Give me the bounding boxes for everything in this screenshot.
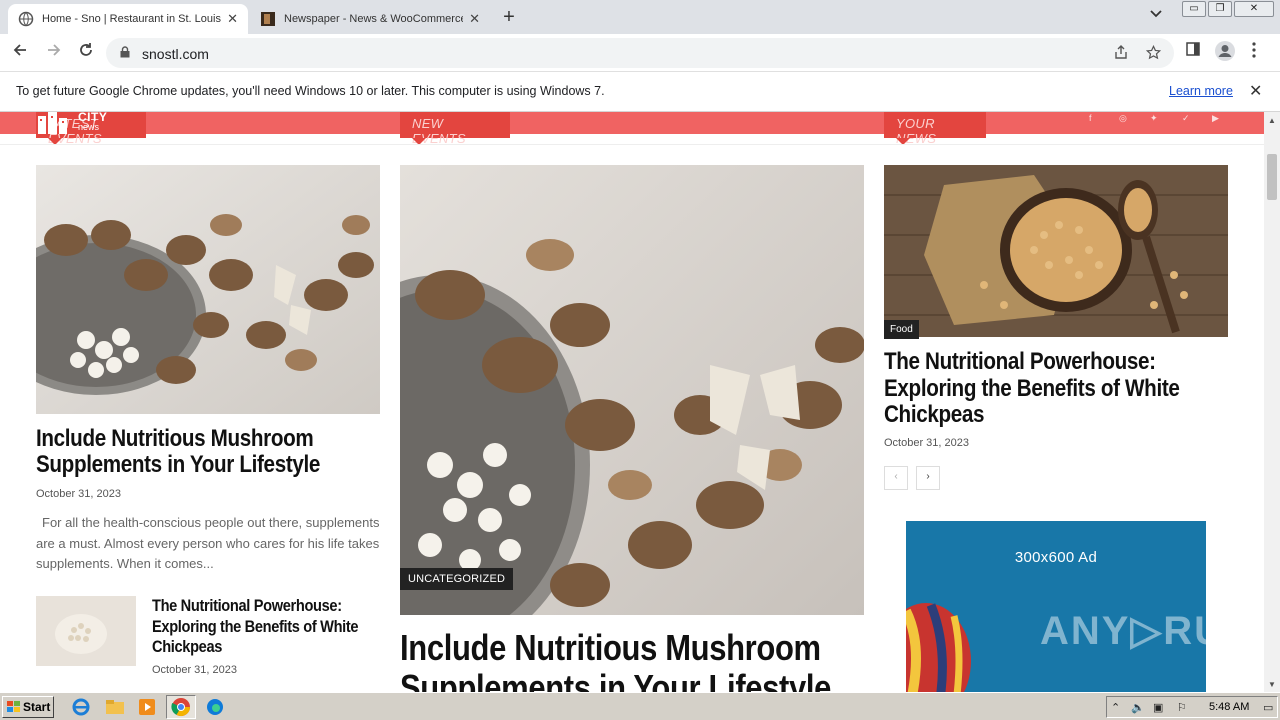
action-center-flag-icon[interactable]: ⚐	[1177, 701, 1187, 714]
title-line[interactable]: Supplements in Your Lifestyle	[36, 452, 320, 478]
close-tab-icon[interactable]: ✕	[469, 11, 480, 27]
page-scrollbar[interactable]: ▲ ▼	[1264, 112, 1280, 692]
title-line[interactable]: The Nutritional Powerhouse:	[884, 348, 1180, 376]
media-player-icon[interactable]	[136, 697, 158, 717]
close-infobar-icon[interactable]: ✕	[1249, 81, 1262, 101]
close-tab-icon[interactable]: ✕	[227, 11, 238, 27]
title-line[interactable]: Exploring the Benefits of White	[152, 617, 359, 638]
slider-next-button[interactable]: ›	[916, 466, 940, 490]
minimize-button[interactable]: ▭	[1182, 1, 1206, 17]
category-badge-food[interactable]: Food	[884, 320, 919, 339]
article-excerpt: For all the health-conscious people out …	[36, 515, 380, 571]
restore-button[interactable]: ❐	[1208, 1, 1232, 17]
newspaper-favicon-icon	[261, 12, 275, 26]
show-hidden-icons-icon[interactable]: ⌃	[1111, 701, 1120, 714]
kebab-menu-icon[interactable]	[1252, 42, 1256, 61]
chrome-icon	[171, 698, 190, 717]
new-tab-button[interactable]: +	[498, 6, 520, 28]
chrome-taskbar-button[interactable]	[166, 695, 196, 719]
learn-more-link[interactable]: Learn more	[1169, 84, 1233, 98]
lock-icon[interactable]	[120, 46, 130, 58]
title-line[interactable]: The Nutritional Powerhouse:	[152, 596, 358, 617]
close-window-button[interactable]: ✕	[1234, 1, 1274, 17]
scrollbar-thumb[interactable]	[1267, 154, 1277, 200]
tab-title: Home - Sno | Restaurant in St. Louis	[42, 13, 221, 25]
browser-toolbar: snostl.com	[0, 34, 1280, 72]
chickpeas-thumb[interactable]	[36, 596, 136, 666]
internet-explorer-icon[interactable]	[70, 697, 92, 717]
side-panel-icon[interactable]	[1186, 42, 1200, 59]
section-tab-new[interactable]: NEW EVENTS	[400, 112, 510, 146]
chickpeas-image[interactable]	[884, 165, 1228, 337]
clock[interactable]: 5:48 AM	[1209, 701, 1249, 713]
tab-strip: Home - Sno | Restaurant in St. Louis ✕ N…	[0, 0, 1280, 34]
bookmark-star-icon[interactable]	[1145, 44, 1162, 63]
category-badge-uncategorized[interactable]: UNCATEGORIZED	[400, 568, 514, 590]
scroll-down-arrow-icon[interactable]: ▼	[1268, 680, 1276, 689]
scroll-up-arrow-icon[interactable]: ▲	[1268, 116, 1276, 125]
title-line[interactable]: Supplements in Your Lifestyle	[400, 668, 831, 693]
title-line[interactable]: Exploring the Benefits of White	[884, 375, 1180, 403]
title-line[interactable]: Include Nutritious Mushroom	[400, 628, 831, 668]
hot-air-balloon-icon	[906, 603, 971, 692]
anyrun-watermark: ANY▷RUN	[1040, 609, 1256, 653]
section-tab-your-news[interactable]: YOUR NEWS	[884, 112, 986, 146]
logo-word-news: news	[78, 122, 100, 132]
mushroom-image[interactable]	[36, 165, 380, 414]
ad-banner[interactable]: 300x600 Ad	[906, 521, 1206, 692]
volume-icon[interactable]: 🔈	[1131, 701, 1145, 714]
windows-taskbar: Start ⌃ 🔈 ▣ ⚐ 5:48 AM ▭	[0, 692, 1280, 720]
facebook-icon[interactable]: f	[1089, 113, 1092, 123]
small-article-date: October 31, 2023	[152, 664, 238, 676]
file-explorer-icon[interactable]	[104, 697, 126, 717]
youtube-icon[interactable]: ▶	[1212, 113, 1219, 124]
globe-icon	[18, 11, 34, 27]
right-article-date: October 31, 2023	[884, 437, 970, 449]
system-tray: ⌃ 🔈 ▣ ⚐ 5:48 AM ▭	[1106, 696, 1278, 718]
small-article-title[interactable]: The Nutritional Powerhouse: Exploring th…	[152, 596, 359, 658]
featured-mushroom-image[interactable]	[400, 165, 864, 615]
article-title-left[interactable]: Include Nutritious Mushroom Supplements …	[36, 426, 320, 478]
tab-search-chevron-icon[interactable]	[1150, 8, 1162, 22]
windows-flag-icon	[7, 701, 20, 712]
infobar-message: To get future Google Chrome updates, you…	[16, 84, 605, 98]
slider-prev-button[interactable]: ‹	[884, 466, 908, 490]
top-red-band	[0, 112, 1264, 134]
address-bar[interactable]: snostl.com	[106, 38, 1174, 68]
tab-newspaper[interactable]: Newspaper - News & WooCommerce ✕	[250, 4, 490, 34]
start-label[interactable]: Start	[23, 700, 50, 714]
back-arrow-icon[interactable]	[8, 41, 32, 65]
network-icon[interactable]: ▣	[1153, 701, 1163, 714]
twitter-icon[interactable]: ✦	[1150, 113, 1158, 124]
right-article-title[interactable]: The Nutritional Powerhouse: Exploring th…	[884, 348, 1180, 429]
instagram-icon[interactable]: ◎	[1119, 113, 1127, 124]
vimeo-icon[interactable]: ✓	[1182, 113, 1190, 124]
title-line[interactable]: Chickpeas	[884, 401, 1180, 429]
featured-article-title[interactable]: Include Nutritious Mushroom Supplements …	[400, 628, 831, 693]
edge-icon[interactable]	[204, 697, 226, 717]
site-logo[interactable]: CITY news	[36, 112, 107, 134]
show-desktop-icon[interactable]: ▭	[1263, 701, 1273, 714]
address-url[interactable]: snostl.com	[142, 46, 209, 62]
title-line[interactable]: Include Nutritious Mushroom	[36, 426, 320, 452]
update-infobar: To get future Google Chrome updates, you…	[0, 72, 1280, 112]
article-date-left: October 31, 2023	[36, 488, 122, 500]
start-button[interactable]: Start	[2, 696, 54, 718]
profile-avatar-icon[interactable]	[1214, 40, 1236, 65]
tab-title: Newspaper - News & WooCommerce	[284, 13, 464, 25]
tab-sno[interactable]: Home - Sno | Restaurant in St. Louis ✕	[8, 4, 248, 34]
title-line[interactable]: Chickpeas	[152, 637, 358, 658]
forward-arrow-icon[interactable]	[42, 41, 66, 65]
city-skyline-logo-icon	[38, 112, 67, 134]
divider	[0, 144, 1264, 145]
share-icon[interactable]	[1114, 45, 1128, 62]
reload-icon[interactable]	[74, 41, 98, 65]
web-page: LATEST EVENTS NEW EVENTS YOUR NEWS CITY …	[0, 112, 1264, 692]
